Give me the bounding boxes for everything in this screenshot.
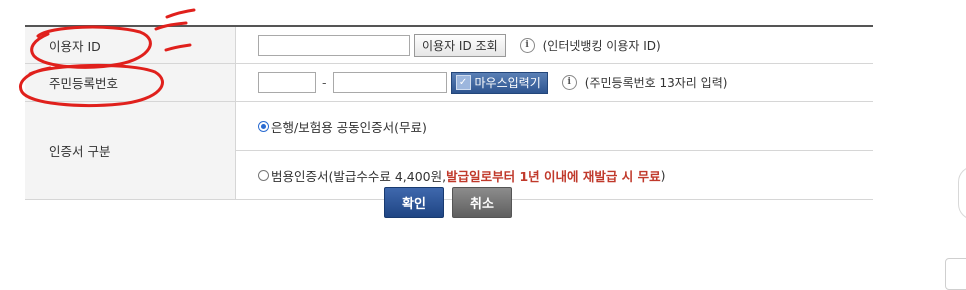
certificate-option-general-label: 범용인증서(발급수수료 4,400원, [271, 168, 447, 184]
certificate-label: 인증서 구분 [25, 102, 236, 199]
rrn-help-text: (주민등록번호 13자리 입력) [584, 76, 728, 90]
certificate-row: 인증서 구분 은행/보험용 공동인증서(무료) 범용인증서(발급수수료 4,40… [25, 102, 873, 200]
checkbox-icon: ✓ [455, 75, 471, 90]
user-id-help-text: (인터넷뱅킹 이용자 ID) [542, 38, 661, 53]
rrn-value-cell: - ✓ 마우스입력기 i (주민등록번호 13자리 입력) [236, 64, 873, 101]
certificate-option-general-emphasis: 발급일로부터 1년 이내에 재발급 시 무료 [446, 168, 661, 184]
user-id-lookup-button[interactable]: 이용자 ID 조회 [414, 33, 506, 57]
annotation-tick-1 [165, 8, 196, 19]
certificate-options: 은행/보험용 공동인증서(무료) 범용인증서(발급수수료 4,400원, 발급일… [236, 102, 873, 199]
certificate-option-bank-label: 은행/보험용 공동인증서(무료) [271, 119, 427, 135]
confirm-button[interactable]: 확인 [384, 187, 444, 218]
certificate-option-bank[interactable]: 은행/보험용 공동인증서(무료) [236, 102, 873, 150]
floating-button-edge[interactable] [945, 258, 966, 290]
user-id-value-cell: 이용자 ID 조회 i (인터넷뱅킹 이용자 ID) [236, 27, 873, 63]
certificate-option-general[interactable]: 범용인증서(발급수수료 4,400원, 발급일로부터 1년 이내에 재발급 시 … [236, 150, 873, 199]
rrn-dash: - [322, 75, 327, 90]
mouse-input-button[interactable]: ✓ 마우스입력기 [450, 71, 548, 94]
login-form: 이용자 ID 이용자 ID 조회 i (인터넷뱅킹 이용자 ID) 주민등록번호… [25, 25, 873, 200]
user-id-input[interactable] [258, 34, 410, 56]
info-icon: i [561, 75, 577, 90]
certificate-option-general-close: ) [660, 167, 666, 183]
radio-selected-icon[interactable] [258, 120, 269, 132]
floating-widget-edge[interactable] [958, 166, 966, 220]
mouse-input-label: 마우스입력기 [474, 76, 541, 90]
form-actions: 확인 취소 [384, 187, 512, 218]
info-icon: i [519, 37, 535, 53]
rrn-label: 주민등록번호 [25, 64, 236, 101]
cancel-button[interactable]: 취소 [452, 187, 512, 218]
rrn-row: 주민등록번호 - ✓ 마우스입력기 i (주민등록번호 13자리 입력) [25, 64, 873, 102]
user-id-row: 이용자 ID 이용자 ID 조회 i (인터넷뱅킹 이용자 ID) [25, 27, 873, 64]
user-id-label: 이용자 ID [25, 27, 236, 63]
radio-unselected-icon[interactable] [258, 169, 269, 181]
rrn-front-input[interactable] [258, 72, 316, 93]
rrn-back-input[interactable] [332, 72, 447, 93]
